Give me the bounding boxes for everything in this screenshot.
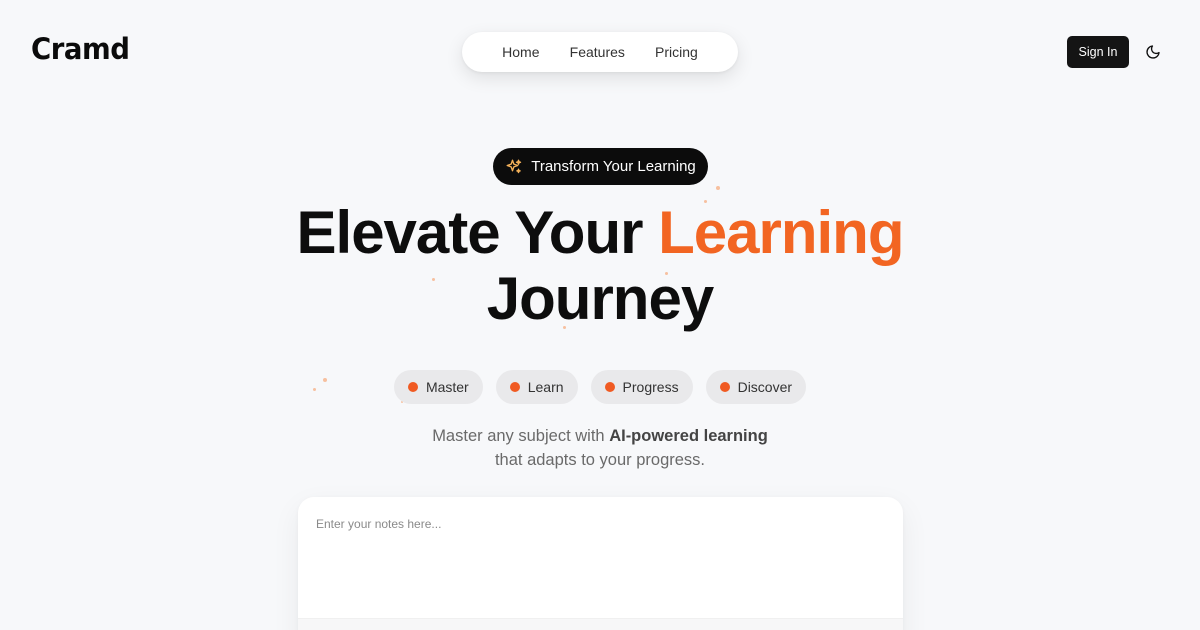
headline-text: Elevate Your (296, 199, 659, 266)
pill-discover: Discover (705, 370, 807, 404)
pill-dot (719, 382, 730, 392)
notes-card-footer (298, 618, 903, 630)
pill-progress: Progress (590, 370, 693, 404)
nav-item-pricing[interactable]: Pricing (655, 44, 698, 60)
hero-headline: Elevate Your Learning Journey (200, 200, 1000, 332)
headline-accent: Learning (658, 199, 904, 266)
moon-icon (1146, 45, 1160, 59)
nav-item-features[interactable]: Features (570, 44, 625, 60)
hero-badge: Transform Your Learning (493, 148, 708, 185)
subtitle-text: Master any subject with (432, 427, 610, 445)
top-nav: Home Features Pricing (462, 32, 738, 72)
nav-item-home[interactable]: Home (502, 44, 539, 60)
pill-label: Discover (737, 379, 793, 395)
sparkles-icon (506, 159, 522, 173)
pill-label: Progress (622, 379, 679, 395)
badge-label: Transform Your Learning (531, 158, 696, 175)
pill-dot (604, 382, 615, 392)
notes-input[interactable] (316, 517, 886, 613)
sign-in-button[interactable]: Sign In (1067, 36, 1129, 68)
subtitle-text-line2: that adapts to your progress. (494, 451, 706, 469)
pill-label: Learn (527, 379, 564, 395)
brand-logo[interactable]: Cramd (31, 32, 130, 66)
notes-card (298, 497, 903, 630)
pill-label: Master (425, 379, 469, 395)
pill-dot (509, 382, 520, 392)
pill-master: Master (393, 370, 483, 404)
pill-dot (407, 382, 418, 392)
pill-learn: Learn (495, 370, 578, 404)
feature-pills: Master Learn Progress Discover (0, 370, 1200, 404)
decor-dot (716, 186, 720, 190)
landing-page: Cramd Home Features Pricing Sign In Tran… (0, 0, 1200, 630)
theme-toggle-button[interactable] (1143, 42, 1163, 62)
subtitle-bold: AI-powered learning (609, 427, 768, 445)
hero-subtitle: Master any subject with AI-powered learn… (300, 424, 900, 472)
headline-text-line2: Journey (486, 265, 714, 332)
